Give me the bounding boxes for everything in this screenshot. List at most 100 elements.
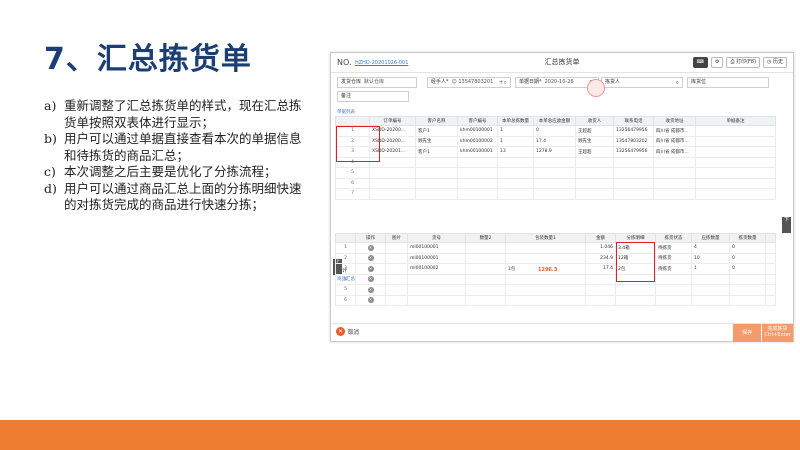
delete-icon[interactable]: ✕: [367, 286, 374, 293]
column-header[interactable]: 订单编号: [369, 116, 416, 126]
bullet-marker: c): [44, 164, 56, 179]
handler-value: 13547803201: [458, 79, 494, 85]
column-header[interactable]: 应拣数量: [691, 233, 730, 243]
column-header[interactable]: 客户编号: [457, 116, 498, 126]
table-cell: [385, 294, 408, 306]
remark-field[interactable]: 备注: [337, 91, 409, 102]
column-header[interactable]: 拣货数量: [729, 233, 766, 243]
remark-label: 备注: [341, 93, 352, 99]
table-cell: [729, 273, 766, 285]
save-button[interactable]: 保存: [733, 324, 761, 342]
table-row[interactable]: 6: [335, 177, 776, 189]
table-cell: 客户1: [415, 146, 458, 158]
delete-icon[interactable]: ✕: [367, 244, 374, 251]
column-header[interactable]: 客户名称: [415, 116, 458, 126]
table-cell: [407, 273, 466, 285]
table-row[interactable]: 6 ✕: [335, 294, 776, 306]
approval-stamp: [587, 79, 605, 97]
table-cell: ✕: [355, 273, 386, 285]
column-header[interactable]: 单据备注: [695, 116, 776, 126]
table-cell: [695, 188, 776, 200]
table-cell: khm00100001: [457, 125, 498, 137]
table-cell: 王超超: [575, 125, 614, 137]
goods-table: 操作 图片 货号 数量2 包装数量1 金额 分拣明细 拣货状态 应拣数量 拣货数量 1 ✕ ml001…: [335, 233, 776, 306]
table-cell: khm00100002: [457, 135, 498, 147]
row-number: 6: [335, 177, 370, 189]
table-row[interactable]: 1 ✕ ml00100001 1.046 3.4箱 待拣货 4 0: [335, 242, 776, 254]
location-field[interactable]: 库货位: [687, 77, 769, 88]
table-row[interactable]: 5: [335, 167, 776, 179]
bullet-text: 用户可以通过商品汇总上面的分拣明细快速的对拣货完成的商品进行快速分拣；: [64, 180, 302, 213]
table-row[interactable]: 4: [335, 156, 776, 168]
column-header[interactable]: 包装数量1: [505, 233, 586, 243]
history-button[interactable]: ◷ 历史: [763, 57, 787, 68]
table-cell: ✕: [355, 252, 386, 264]
table-row[interactable]: 5 ✕: [335, 284, 776, 296]
column-header[interactable]: 联系电话: [613, 116, 654, 126]
finish-shortcut: Ctrl+Enter: [764, 332, 791, 338]
table-cell: [415, 177, 458, 189]
table-cell: [695, 135, 776, 147]
delete-icon[interactable]: ✕: [367, 255, 374, 262]
column-header[interactable]: 操作: [355, 233, 386, 243]
row-number: 3: [335, 263, 356, 275]
sort-detail-highlight: [616, 242, 655, 282]
table-row[interactable]: 4 ✕: [335, 273, 776, 285]
add-icon[interactable]: +⌕: [499, 78, 507, 87]
table-cell: 17.4: [585, 263, 616, 275]
table-cell: [533, 156, 576, 168]
column-header[interactable]: [335, 233, 356, 243]
delete-icon[interactable]: ✕: [367, 297, 374, 304]
warehouse-field[interactable]: 发货仓库 默认仓库: [337, 77, 417, 88]
delete-icon[interactable]: ✕: [367, 265, 374, 272]
print-button[interactable]: ⎙ 打印(F8): [726, 57, 761, 68]
table-cell: 0: [729, 263, 766, 275]
column-header[interactable]: 金额: [585, 233, 616, 243]
cancel-button[interactable]: ✕ 取消: [336, 327, 359, 336]
row-number: 5: [335, 167, 370, 179]
table-row[interactable]: 7: [335, 188, 776, 200]
column-header[interactable]: 数量2: [465, 233, 506, 243]
table-cell: [497, 188, 534, 200]
table-row[interactable]: 2 ✕ ml00100001 234.9 12箱 待拣货 10 0: [335, 252, 776, 264]
table-cell: [729, 284, 766, 296]
table-cell: 4: [691, 242, 730, 254]
row-number: 2: [335, 252, 356, 264]
gear-icon[interactable]: ⚙: [710, 57, 724, 68]
bullet-item: a) 重新调整了汇总拣货单的样式，现在汇总拣货单按照双表体进行显示；: [44, 98, 308, 131]
bottom-bar: ✕ 取消 保存 完成拣货 Ctrl+Enter: [331, 323, 793, 342]
bullet-marker: b): [44, 131, 57, 146]
table-cell: 17.4: [533, 135, 576, 147]
table-cell: 1278.9: [533, 146, 576, 158]
handler-field[interactable]: 经手人* ☺ 13547803201 +⌕: [427, 77, 511, 88]
table-cell: [695, 125, 776, 137]
table-row[interactable]: 3 XSDD-20201... 客户1 khm00100001 13 1278.9 王超超 1…: [335, 146, 776, 158]
scroll-down-tab[interactable]: 下: [782, 217, 791, 233]
table-cell: 四川省 成都市...: [653, 125, 696, 137]
column-header[interactable]: 本单总应收金额: [533, 116, 576, 126]
column-header[interactable]: 收货人: [575, 116, 614, 126]
picker-field[interactable]: 拣货人 ⌕: [601, 77, 683, 88]
table-cell: [613, 156, 654, 168]
table-cell: [385, 252, 408, 264]
search-icon[interactable]: ⌕: [676, 78, 679, 87]
column-header[interactable]: [335, 116, 370, 126]
table-row[interactable]: 3 ✕ ml00100002 1包 17.4 2包 待拣货 1 0: [335, 263, 776, 275]
table-cell: [613, 188, 654, 200]
column-header[interactable]: 图片: [385, 233, 408, 243]
table-row[interactable]: 2 XSDD-20200... 顾先生 khm00100002 1 17.4 顾先生 1354…: [335, 135, 776, 147]
column-header[interactable]: 本单总拣数量: [497, 116, 534, 126]
column-header[interactable]: 拣货状态: [655, 233, 692, 243]
table-cell: [575, 156, 614, 168]
table-row[interactable]: 1 XSDD-20200... 客户1 khm00100001 1 0 王超超 1325647…: [335, 125, 776, 137]
finish-picking-button[interactable]: 完成拣货 Ctrl+Enter: [762, 324, 793, 342]
table-cell: 0: [729, 252, 766, 264]
table-cell: [655, 294, 692, 306]
column-header[interactable]: [765, 233, 776, 243]
footer-bar: [0, 420, 800, 450]
table-cell: 13: [497, 146, 534, 158]
delete-icon[interactable]: ✕: [367, 276, 374, 283]
column-header[interactable]: 货号: [407, 233, 466, 243]
keyboard-icon[interactable]: ⌨: [692, 57, 708, 68]
column-header[interactable]: 收货地址: [653, 116, 696, 126]
